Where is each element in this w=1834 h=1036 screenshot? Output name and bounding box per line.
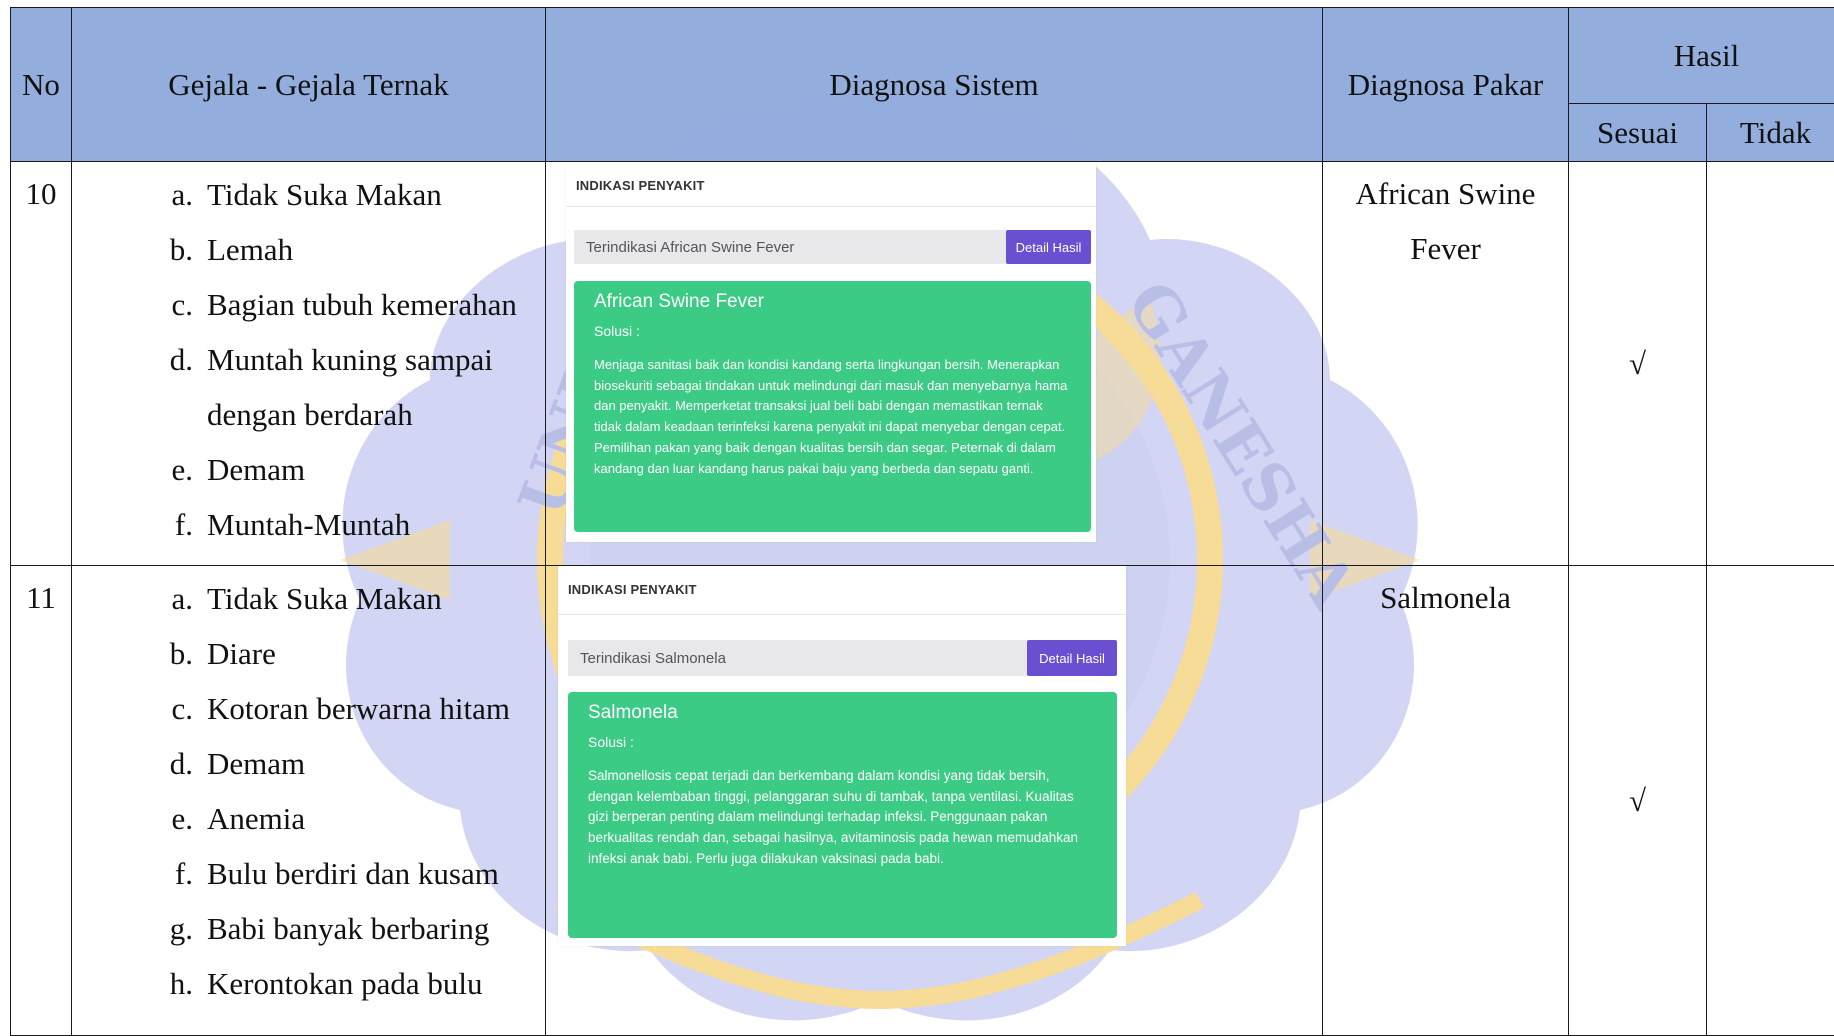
symptom-item: b.Diare [73,626,544,681]
header-gejala: Gejala - Gejala Ternak [72,8,546,162]
table-row: 11 a.Tidak Suka Makan b.Diare c.Kotoran … [11,566,1834,1036]
row-number: 10 [11,162,72,566]
diagnosis-result-input[interactable]: Terindikasi Salmonela [568,640,1027,676]
disease-title: Salmonela [588,700,1097,726]
solution-text: Menjaga sanitasi baik dan kondisi kandan… [594,355,1071,479]
solution-text: Salmonellosis cepat terjadi dan berkemba… [588,766,1097,870]
symptom-item: e.Demam [73,442,544,497]
symptom-item: c.Kotoran berwarna hitam [73,681,544,736]
sesuai-check: √ [1569,566,1707,1036]
row-number: 11 [11,566,72,1036]
symptom-cell: a.Tidak Suka Makan b.Diare c.Kotoran ber… [72,566,546,1036]
header-no: No [11,8,72,162]
symptom-item: e.Anemia [73,791,544,846]
diagnosis-panel: INDIKASI PENYAKIT Terindikasi African Sw… [566,162,1096,542]
symptom-item: f.Bulu berdiri dan kusam [73,846,544,901]
symptom-item: c.Bagian tubuh kemerahan [73,277,544,332]
symptom-item: a.Tidak Suka Makan [73,167,544,222]
tidak-check [1707,566,1834,1036]
symptom-list: a.Tidak Suka Makan b.Lemah c.Bagian tubu… [73,163,544,552]
detail-hasil-button[interactable]: Detail Hasil [1027,640,1117,676]
solution-label: Solusi : [588,732,1097,752]
header-diagnosa-sistem: Diagnosa Sistem [546,8,1323,162]
header-sesuai: Sesuai [1569,104,1707,162]
tidak-check [1707,162,1834,566]
symptom-item: a.Tidak Suka Makan [73,571,544,626]
disease-solution-card: African Swine Fever Solusi : Menjaga san… [574,281,1091,532]
symptom-item: b.Lemah [73,222,544,277]
expert-diagnosis: African Swine Fever [1323,162,1569,566]
panel-heading: INDIKASI PENYAKIT [566,162,1096,207]
symptom-cell: a.Tidak Suka Makan b.Lemah c.Bagian tubu… [72,162,546,566]
symptom-item: d.Demam [73,736,544,791]
diagnosis-comparison-table: No Gejala - Gejala Ternak Diagnosa Siste… [10,7,1834,1036]
header-tidak: Tidak [1707,104,1834,162]
expert-diagnosis: Salmonela [1323,566,1569,1036]
solution-label: Solusi : [594,321,1071,341]
diagnosis-panel: INDIKASI PENYAKIT Terindikasi Salmonela … [558,566,1126,946]
header-diagnosa-pakar: Diagnosa Pakar [1323,8,1569,162]
table-row: 10 a.Tidak Suka Makan b.Lemah c.Bagian t… [11,162,1834,566]
disease-solution-card: Salmonela Solusi : Salmonellosis cepat t… [568,692,1117,938]
symptom-list: a.Tidak Suka Makan b.Diare c.Kotoran ber… [73,567,544,1011]
symptom-item: d.Muntah kuning sampai dengan berdarah [73,332,544,442]
symptom-item: h.Kerontokan pada bulu [73,956,544,1011]
sesuai-check: √ [1569,162,1707,566]
diagnosis-result-input[interactable]: Terindikasi African Swine Fever [574,230,1006,264]
detail-hasil-button[interactable]: Detail Hasil [1006,230,1091,264]
header-hasil: Hasil [1569,8,1834,104]
symptom-item: g.Babi banyak berbaring [73,901,544,956]
symptom-item: f.Muntah-Muntah [73,497,544,552]
system-diagnosis-cell: INDIKASI PENYAKIT Terindikasi Salmonela … [546,566,1323,1036]
panel-heading: INDIKASI PENYAKIT [558,566,1126,615]
disease-title: African Swine Fever [594,289,1071,315]
system-diagnosis-cell: INDIKASI PENYAKIT Terindikasi African Sw… [546,162,1323,566]
